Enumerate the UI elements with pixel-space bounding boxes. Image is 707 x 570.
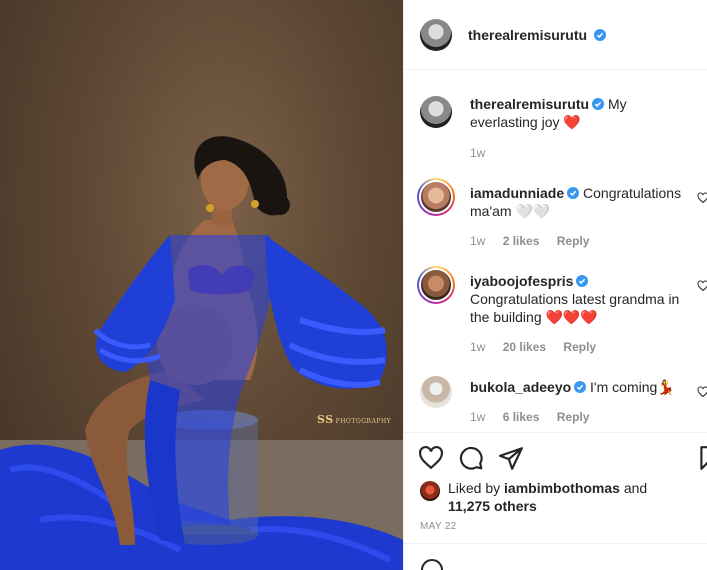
liker-avatar[interactable] (420, 481, 440, 501)
post-date[interactable]: MAY 22 (420, 521, 456, 532)
verified-badge-icon (592, 98, 605, 110)
paper-plane-icon[interactable] (498, 445, 524, 471)
comment-text: bukola_adeeyo I'm coming💃 (470, 378, 698, 396)
heart-emoji: ❤️ (563, 114, 581, 130)
post-header: therealremisurutu (404, 0, 707, 70)
post-details-panel: therealremisurutu therealremisurutu My e… (403, 0, 707, 570)
post-photo[interactable]: SS PHOTOGRAPHY (0, 0, 403, 570)
comment-time[interactable]: 1w (470, 410, 485, 424)
commenter-avatar[interactable] (420, 376, 452, 408)
caption-meta: 1w (470, 146, 499, 160)
verified-badge-icon (574, 381, 587, 393)
comment-username[interactable]: iamadunniade (470, 185, 564, 201)
comment-meta: 1w 20 likes Reply (470, 340, 610, 354)
comment-username[interactable]: iyaboojofespris (470, 273, 573, 289)
comment-likes[interactable]: 6 likes (503, 410, 540, 424)
comment-like-heart-icon[interactable] (697, 386, 707, 398)
comment-likes[interactable]: 20 likes (503, 340, 546, 354)
photo-watermark: SS PHOTOGRAPHY (317, 413, 392, 426)
comment-time[interactable]: 1w (470, 340, 485, 354)
caption-time[interactable]: 1w (470, 146, 485, 160)
commenter-avatar[interactable] (417, 266, 455, 304)
verified-badge-icon (567, 187, 580, 199)
author-avatar[interactable] (420, 19, 452, 51)
caption-text: therealremisurutu My everlasting joy ❤️ (470, 95, 698, 131)
comment-icon[interactable] (458, 445, 484, 471)
reply-button[interactable]: Reply (557, 410, 590, 424)
comment-like-heart-icon[interactable] (697, 192, 707, 204)
commenter-avatar[interactable] (417, 178, 455, 216)
comment-body: I'm coming💃 (590, 379, 675, 395)
comment-likes[interactable]: 2 likes (503, 234, 540, 248)
comment-text: iamadunniade Congratulations ma'am 🤍🤍 (470, 184, 698, 220)
comment-text: iyaboojofespris Congratulations latest g… (470, 272, 698, 326)
comment-body: Congratulations latest grandma in the bu… (470, 291, 680, 325)
comment-like-heart-icon[interactable] (697, 280, 707, 292)
likes-count[interactable]: 11,275 others (448, 498, 537, 514)
reply-button[interactable]: Reply (563, 340, 596, 354)
bookmark-icon[interactable] (696, 445, 707, 471)
comment-username[interactable]: bukola_adeeyo (470, 379, 571, 395)
verified-badge-icon (593, 29, 606, 41)
post-actions: Liked by iambimbothomas and 11,275 other… (404, 432, 707, 544)
heart-icon[interactable] (418, 445, 444, 471)
emoji-icon[interactable] (420, 558, 444, 570)
caption-username[interactable]: therealremisurutu (470, 96, 589, 112)
liked-by-text: Liked by iambimbothomas and 11,275 other… (448, 480, 648, 514)
photo-illustration (0, 136, 403, 570)
caption-avatar[interactable] (420, 96, 452, 128)
reply-button[interactable]: Reply (557, 234, 590, 248)
verified-badge-icon (576, 275, 589, 287)
comment-meta: 1w 6 likes Reply (470, 410, 603, 424)
author-name[interactable]: therealremisurutu (468, 27, 606, 43)
comment-time[interactable]: 1w (470, 234, 485, 248)
liker-username[interactable]: iambimbothomas (504, 480, 620, 496)
comment-meta: 1w 2 likes Reply (470, 234, 603, 248)
add-comment-bar (404, 552, 707, 570)
